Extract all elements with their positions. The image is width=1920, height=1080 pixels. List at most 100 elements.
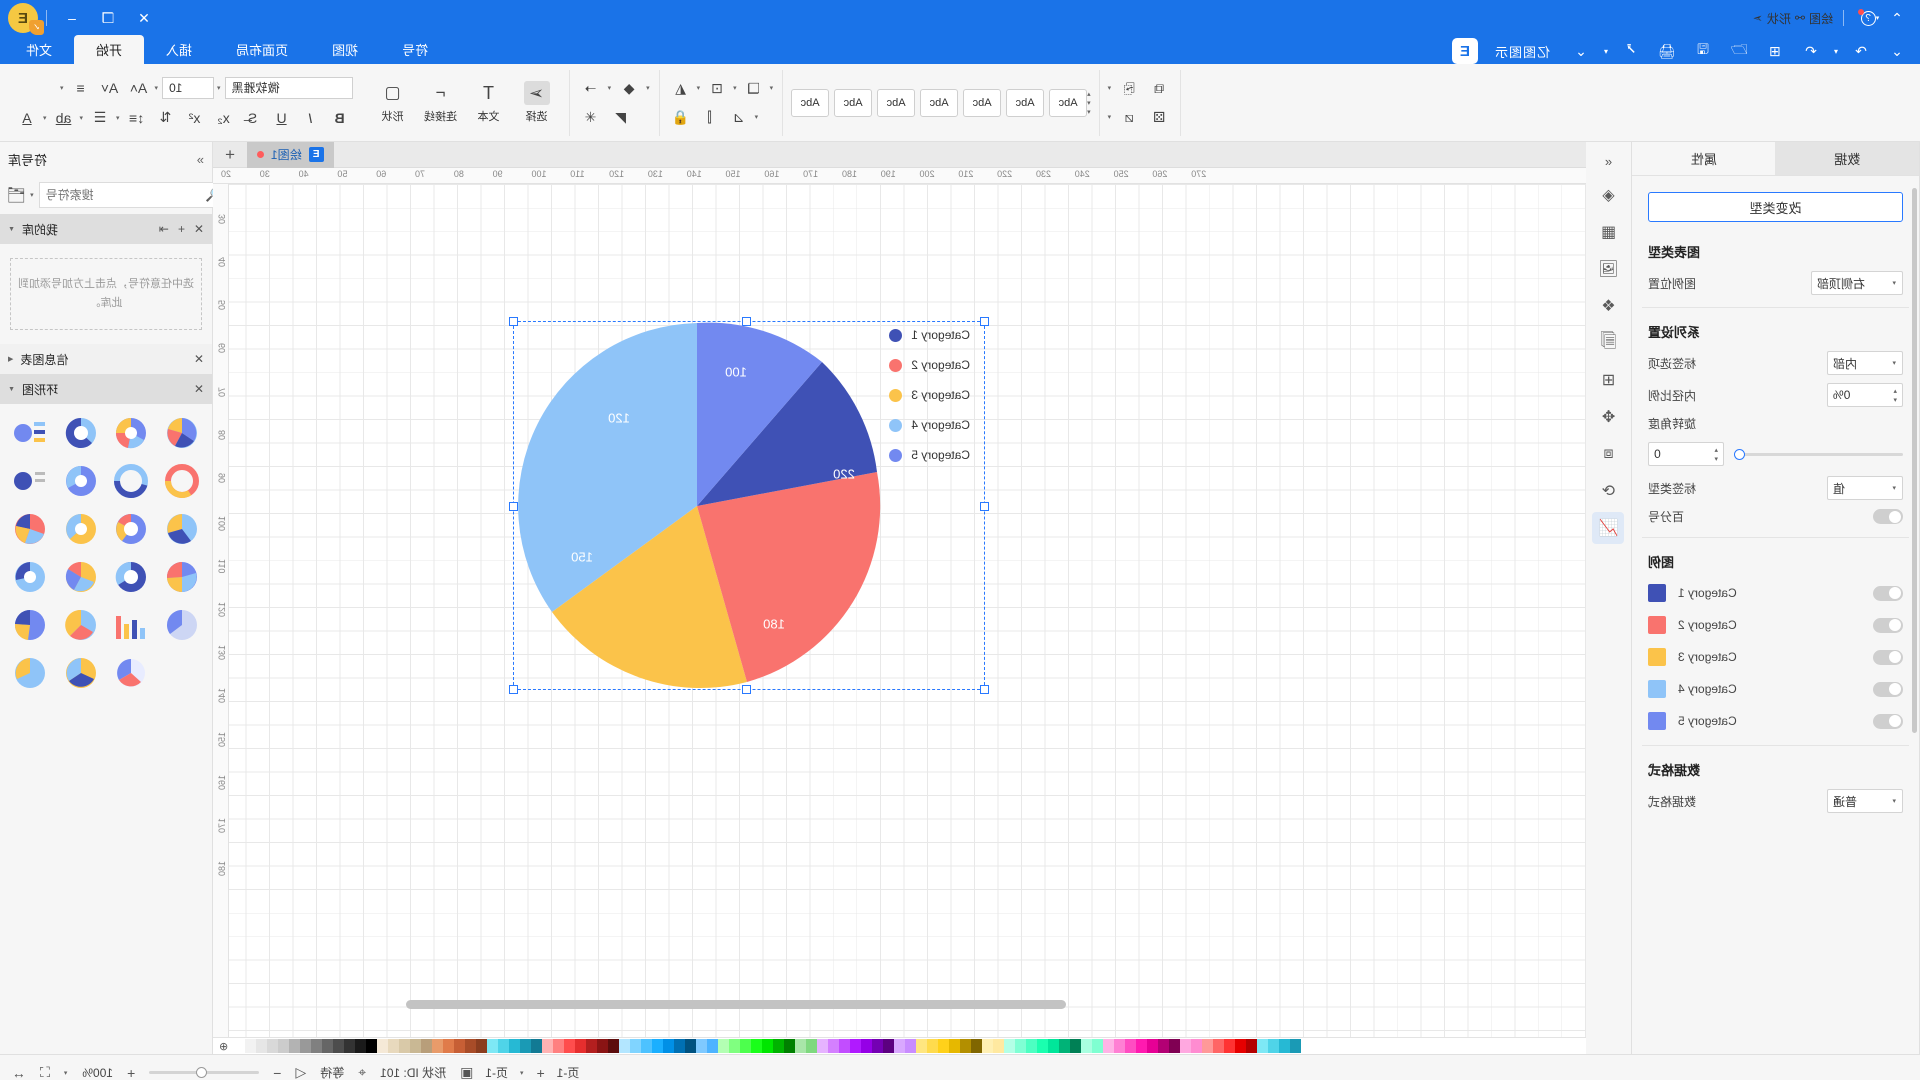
legend-item-toggle[interactable] bbox=[1873, 585, 1903, 601]
color-swatch[interactable] bbox=[696, 1039, 708, 1053]
color-swatch[interactable] bbox=[575, 1039, 587, 1053]
color-swatch[interactable] bbox=[267, 1039, 279, 1053]
color-swatch[interactable] bbox=[740, 1039, 752, 1053]
export-caret-icon[interactable]: ▾ bbox=[1604, 47, 1608, 56]
style-preset[interactable]: Abc bbox=[920, 88, 959, 117]
color-swatch[interactable] bbox=[1202, 1039, 1214, 1053]
color-swatch[interactable] bbox=[586, 1039, 598, 1053]
tab-symbols[interactable]: 符号 bbox=[380, 35, 450, 64]
collapse-ribbon-icon[interactable]: ⌃ bbox=[1884, 5, 1910, 31]
legend-color-swatch[interactable] bbox=[1648, 616, 1666, 634]
maximize-button[interactable]: ❐ bbox=[91, 0, 125, 36]
scrollbar-thumb[interactable] bbox=[406, 1000, 1066, 1009]
label-type-select[interactable]: 值 ▾ bbox=[1827, 476, 1903, 500]
color-swatch[interactable] bbox=[828, 1039, 840, 1053]
font-shrink-icon[interactable]: A˅ bbox=[97, 76, 123, 100]
color-swatch[interactable] bbox=[322, 1039, 334, 1053]
zoom-out-button[interactable]: − bbox=[273, 1065, 281, 1080]
chevron-down-icon[interactable]: ▾ bbox=[733, 84, 737, 92]
color-swatch[interactable] bbox=[685, 1039, 697, 1053]
color-swatch[interactable] bbox=[773, 1039, 785, 1053]
distribute-icon[interactable]: ⫿ bbox=[697, 105, 723, 129]
tab-properties[interactable]: 属性 bbox=[1632, 142, 1776, 175]
collapse-panel-icon[interactable]: « bbox=[1594, 148, 1624, 174]
color-swatch[interactable] bbox=[652, 1039, 664, 1053]
font-color-icon[interactable]: A bbox=[14, 106, 40, 130]
effects-icon[interactable]: ✳ bbox=[578, 105, 604, 129]
palette-more-icon[interactable]: ⊕ bbox=[219, 1040, 228, 1053]
chevron-down-icon[interactable]: ▾ bbox=[1108, 113, 1112, 121]
zoom-in-button[interactable]: + bbox=[127, 1065, 135, 1080]
cut-icon[interactable]: ⧄ bbox=[1116, 105, 1142, 129]
image-icon[interactable]: 🖼 bbox=[1593, 253, 1625, 285]
color-swatch[interactable] bbox=[839, 1039, 851, 1053]
color-swatch[interactable] bbox=[388, 1039, 400, 1053]
color-swatch[interactable] bbox=[1180, 1039, 1192, 1053]
print-icon[interactable]: 🖨 bbox=[1654, 38, 1680, 64]
color-swatch[interactable] bbox=[663, 1039, 675, 1053]
chart-icon[interactable]: 📈 bbox=[1592, 512, 1625, 544]
chevron-down-icon[interactable]: ▾ bbox=[755, 113, 759, 121]
gallery-item[interactable] bbox=[160, 508, 205, 550]
color-swatch[interactable] bbox=[718, 1039, 730, 1053]
notes-icon[interactable]: 🗐 bbox=[1593, 327, 1625, 359]
fit-page-icon[interactable]: ⛶ bbox=[40, 1064, 50, 1080]
color-swatch[interactable] bbox=[674, 1039, 686, 1053]
color-swatch[interactable] bbox=[707, 1039, 719, 1053]
legend-color-swatch[interactable] bbox=[1648, 712, 1666, 730]
legend-item[interactable]: Category 2 bbox=[889, 358, 970, 372]
stepper-arrows[interactable]: ▴ ▾ bbox=[1714, 446, 1718, 463]
shape-tool-button[interactable]: ▢ 形状 bbox=[369, 81, 417, 124]
library-folder-icon[interactable]: 🗂 bbox=[7, 186, 26, 204]
color-swatch[interactable] bbox=[641, 1039, 653, 1053]
color-swatch[interactable] bbox=[520, 1039, 532, 1053]
chevron-down-icon[interactable]: ▾ bbox=[770, 84, 774, 92]
gallery-item[interactable] bbox=[8, 412, 53, 454]
open-icon[interactable]: 🗁 bbox=[1726, 38, 1752, 64]
gallery-item[interactable] bbox=[59, 412, 104, 454]
chevron-down-icon[interactable]: ▾ bbox=[116, 114, 120, 122]
gallery-item[interactable] bbox=[59, 508, 104, 550]
color-swatch[interactable] bbox=[905, 1039, 917, 1053]
color-swatch[interactable] bbox=[355, 1039, 367, 1053]
style-preset[interactable]: Abc bbox=[834, 88, 873, 117]
shapes-icon[interactable]: ◈ bbox=[1593, 179, 1625, 211]
symbol-search-input[interactable]: 🔍 bbox=[38, 182, 229, 208]
group-icon[interactable]: ✥ bbox=[1593, 401, 1625, 433]
rotation-slider[interactable] bbox=[1734, 448, 1903, 460]
data-format-select[interactable]: 普通 ▾ bbox=[1827, 789, 1903, 813]
legend-item[interactable]: Category 4 bbox=[889, 418, 970, 432]
color-swatch[interactable] bbox=[1070, 1039, 1082, 1053]
color-swatch[interactable] bbox=[894, 1039, 906, 1053]
color-swatch[interactable] bbox=[454, 1039, 466, 1053]
chevron-down-icon[interactable]: ▾ bbox=[155, 84, 159, 92]
prev-view-icon[interactable]: ◁ bbox=[295, 1064, 306, 1080]
color-swatch[interactable] bbox=[982, 1039, 994, 1053]
percent-sign-toggle[interactable] bbox=[1873, 509, 1903, 524]
resize-handle-w[interactable] bbox=[980, 502, 989, 511]
redo-icon[interactable]: ↷ bbox=[1848, 38, 1874, 64]
text-tool-button[interactable]: T 文本 bbox=[465, 81, 513, 124]
gallery-item[interactable] bbox=[109, 604, 154, 646]
redo-caret-icon[interactable]: ▾ bbox=[1834, 47, 1838, 56]
color-swatch[interactable] bbox=[1235, 1039, 1247, 1053]
list-icon[interactable]: ☰ bbox=[87, 106, 113, 130]
color-swatch[interactable] bbox=[1224, 1039, 1236, 1053]
more-icon[interactable]: ⌄ bbox=[1884, 38, 1910, 64]
color-swatch[interactable] bbox=[806, 1039, 818, 1053]
search-input-field[interactable] bbox=[45, 188, 201, 202]
color-swatch[interactable] bbox=[795, 1039, 807, 1053]
color-swatch[interactable] bbox=[465, 1039, 477, 1053]
legend-item-toggle[interactable] bbox=[1873, 681, 1903, 697]
add-page-button[interactable]: + bbox=[537, 1065, 545, 1080]
account-avatar[interactable]: E ✓ bbox=[8, 3, 44, 35]
dropdown-icon[interactable]: ⌄ bbox=[1568, 38, 1594, 64]
color-swatch[interactable] bbox=[289, 1039, 301, 1053]
style-preset[interactable]: Abc bbox=[963, 88, 1002, 117]
color-swatch[interactable] bbox=[432, 1039, 444, 1053]
color-swatch[interactable] bbox=[399, 1039, 411, 1053]
import-icon[interactable]: ⇥ bbox=[159, 222, 169, 236]
color-swatch[interactable] bbox=[1257, 1039, 1269, 1053]
color-swatch[interactable] bbox=[564, 1039, 576, 1053]
color-swatch[interactable] bbox=[784, 1039, 796, 1053]
